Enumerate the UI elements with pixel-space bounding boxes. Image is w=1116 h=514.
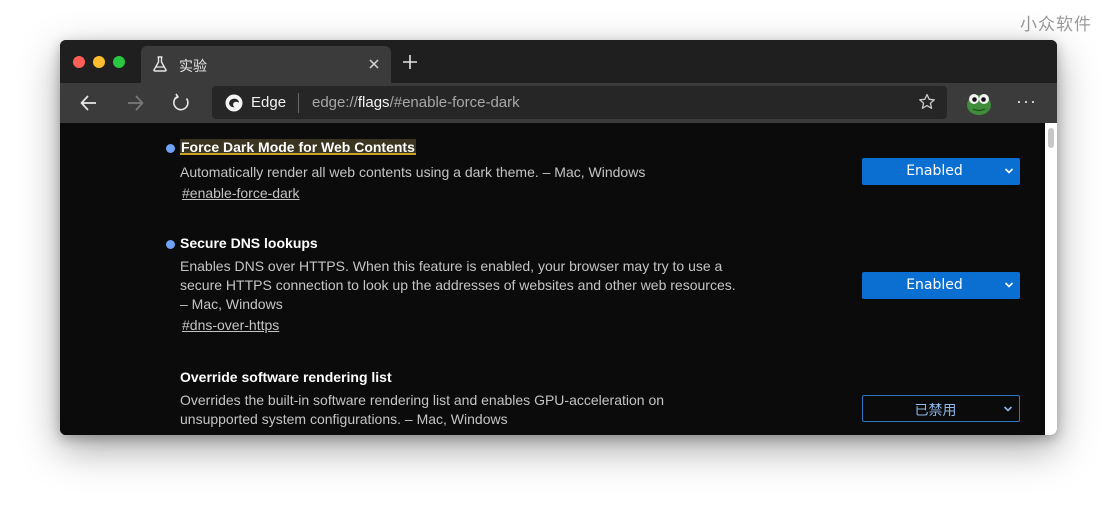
scrollbar-thumb[interactable]: [1048, 128, 1054, 148]
tab-strip: 实验: [60, 40, 1057, 83]
tab-flags[interactable]: 实验: [141, 46, 391, 83]
flag-item: Override software rendering list Overrid…: [166, 369, 1036, 435]
flag-anchor-link[interactable]: #dns-over-https: [182, 317, 279, 333]
browser-window: 实验 Edge edge://flags/#enable-force-dark …: [60, 40, 1057, 435]
chevron-down-icon: [1004, 168, 1014, 174]
flag-state-select[interactable]: 已禁用: [862, 395, 1020, 422]
more-icon[interactable]: ···: [1016, 91, 1037, 112]
flag-title: Secure DNS lookups: [180, 235, 318, 251]
back-arrow-icon[interactable]: [78, 92, 100, 114]
window-maximize-button[interactable]: [113, 56, 125, 68]
select-value: 已禁用: [914, 403, 957, 419]
address-divider: [298, 93, 299, 113]
url-text[interactable]: edge://flags/#enable-force-dark: [312, 94, 520, 111]
flag-title: Force Dark Mode for Web Contents: [180, 139, 416, 155]
select-value: Enabled: [906, 277, 963, 293]
modified-indicator: [166, 144, 175, 153]
chevron-down-icon: [1004, 282, 1014, 288]
flag-item: Secure DNS lookups Enables DNS over HTTP…: [166, 235, 1036, 335]
site-identity: Edge: [251, 94, 287, 111]
plus-icon[interactable]: [400, 52, 420, 72]
flag-description: Overrides the built-in software renderin…: [180, 392, 665, 427]
flag-title: Override software rendering list: [180, 369, 392, 385]
window-close-button[interactable]: [73, 56, 85, 68]
scrollbar[interactable]: [1045, 123, 1057, 435]
tab-title: 实验: [179, 59, 207, 75]
flags-content: Force Dark Mode for Web Contents Automat…: [60, 123, 1057, 435]
address-bar[interactable]: Edge edge://flags/#enable-force-dark: [212, 86, 947, 119]
flag-description: Automatically render all web contents us…: [180, 164, 646, 180]
select-value: Enabled: [906, 163, 963, 179]
beaker-icon: [153, 56, 167, 72]
star-icon[interactable]: [917, 92, 937, 112]
window-minimize-button[interactable]: [93, 56, 105, 68]
edge-logo-icon: [225, 94, 243, 112]
modified-indicator: [166, 240, 175, 249]
flag-state-select[interactable]: Enabled: [862, 158, 1020, 185]
flag-item: Force Dark Mode for Web Contents Automat…: [166, 139, 1036, 219]
profile-avatar-icon[interactable]: [965, 90, 993, 116]
flag-description: Enables DNS over HTTPS. When this featur…: [180, 258, 736, 312]
forward-arrow-icon[interactable]: [124, 92, 146, 114]
refresh-icon[interactable]: [170, 92, 192, 114]
toolbar: Edge edge://flags/#enable-force-dark ···: [60, 83, 1057, 123]
flag-anchor-link[interactable]: #enable-force-dark: [182, 185, 300, 201]
close-icon[interactable]: [365, 55, 383, 73]
flag-state-select[interactable]: Enabled: [862, 272, 1020, 299]
chevron-down-icon: [1003, 406, 1013, 412]
watermark-text: 小众软件: [1020, 15, 1092, 35]
